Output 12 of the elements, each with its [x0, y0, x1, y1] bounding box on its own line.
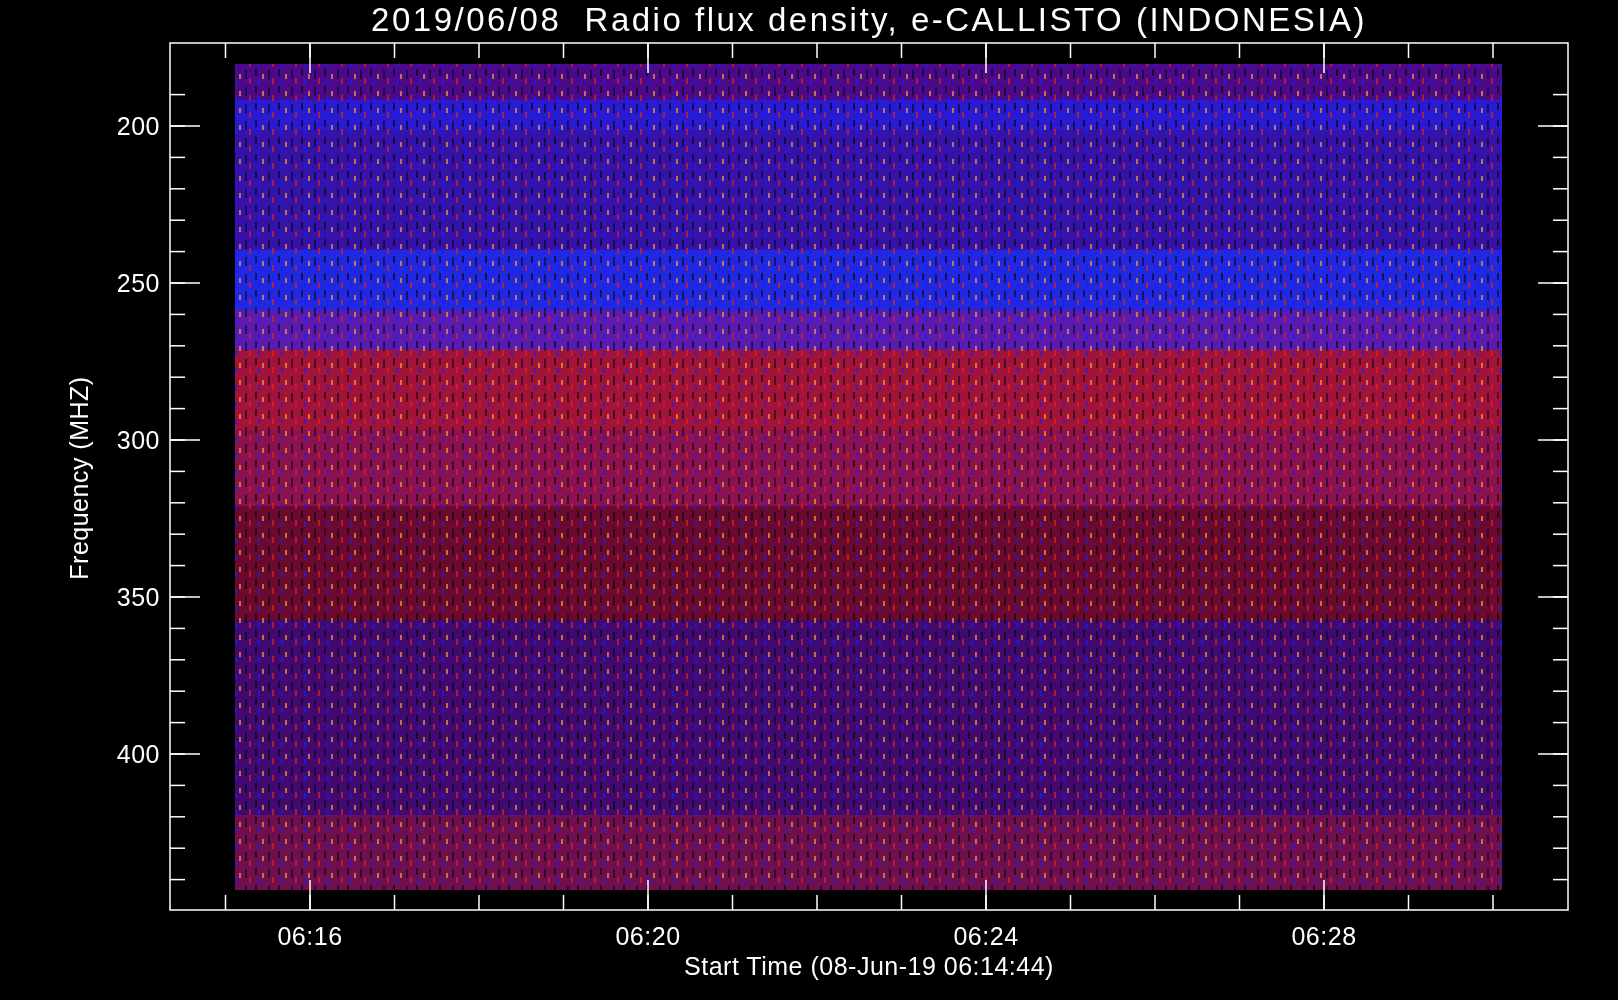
x-tick-label: 06:16: [277, 922, 343, 950]
y-tick-label: 350: [116, 583, 160, 611]
x-axis-label: Start Time (08-Jun-19 06:14:44): [684, 952, 1054, 980]
chart-title: 2019/06/08 Radio flux density, e-CALLISTO (INDONESIA): [371, 1, 1367, 38]
x-tick-label: 06:28: [1291, 922, 1357, 950]
y-tick-label: 200: [116, 112, 160, 140]
x-tick-label: 06:20: [615, 922, 681, 950]
y-tick-label: 250: [116, 269, 160, 297]
y-axis-label: Frequency (MHZ): [65, 376, 93, 580]
y-tick-label: 400: [116, 740, 160, 768]
x-tick-label: 06:24: [953, 922, 1019, 950]
y-tick-label: 300: [116, 426, 160, 454]
